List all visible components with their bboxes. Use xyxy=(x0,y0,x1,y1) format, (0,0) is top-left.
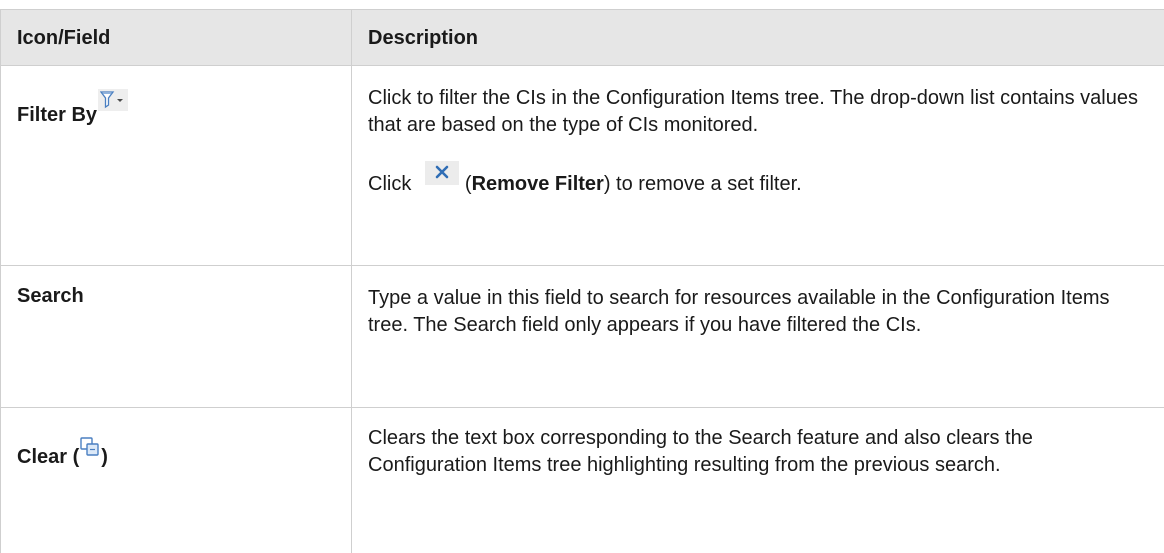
field-cell: Clear ( ) xyxy=(1,408,352,553)
clear-icon xyxy=(80,437,100,457)
note-prefix: Click xyxy=(368,173,417,195)
description-cell: Clears the text box corresponding to the… xyxy=(352,408,1164,553)
filter-icon xyxy=(98,89,128,111)
remove-filter-note: Click (Remove Filter) to remove a set fi… xyxy=(368,161,1148,198)
field-name-filter-by: Filter By xyxy=(17,104,97,126)
table-header-row: Icon/Field Description xyxy=(1,10,1164,66)
clear-prefix: Clear ( xyxy=(17,446,79,468)
clear-description: Clears the text box corresponding to the… xyxy=(368,425,1148,479)
table-row-filter-by: Filter By Click to filter the CIs in the… xyxy=(1,66,1164,266)
clear-suffix: ) xyxy=(101,446,108,468)
note-open-paren: ( xyxy=(465,173,472,195)
field-name-clear: Clear ( ) xyxy=(17,446,108,468)
note-suffix: ) to remove a set filter. xyxy=(604,173,802,195)
description-cell: Click to filter the CIs in the Configura… xyxy=(352,66,1164,266)
remove-filter-label: Remove Filter xyxy=(472,173,604,195)
icon-field-reference-table: Icon/Field Description Filter By Click t… xyxy=(0,9,1164,553)
search-description: Type a value in this field to search for… xyxy=(368,285,1148,339)
filter-by-description: Click to filter the CIs in the Configura… xyxy=(368,85,1148,139)
field-cell: Filter By xyxy=(1,66,352,266)
header-description: Description xyxy=(352,10,1164,66)
field-cell: Search xyxy=(1,266,352,408)
description-cell: Type a value in this field to search for… xyxy=(352,266,1164,408)
table-row-clear: Clear ( ) Clears the text box correspond… xyxy=(1,408,1164,553)
header-icon-field: Icon/Field xyxy=(1,10,352,66)
remove-filter-icon xyxy=(425,161,459,185)
table-row-search: Search Type a value in this field to sea… xyxy=(1,266,1164,408)
field-name-search: Search xyxy=(17,285,84,307)
